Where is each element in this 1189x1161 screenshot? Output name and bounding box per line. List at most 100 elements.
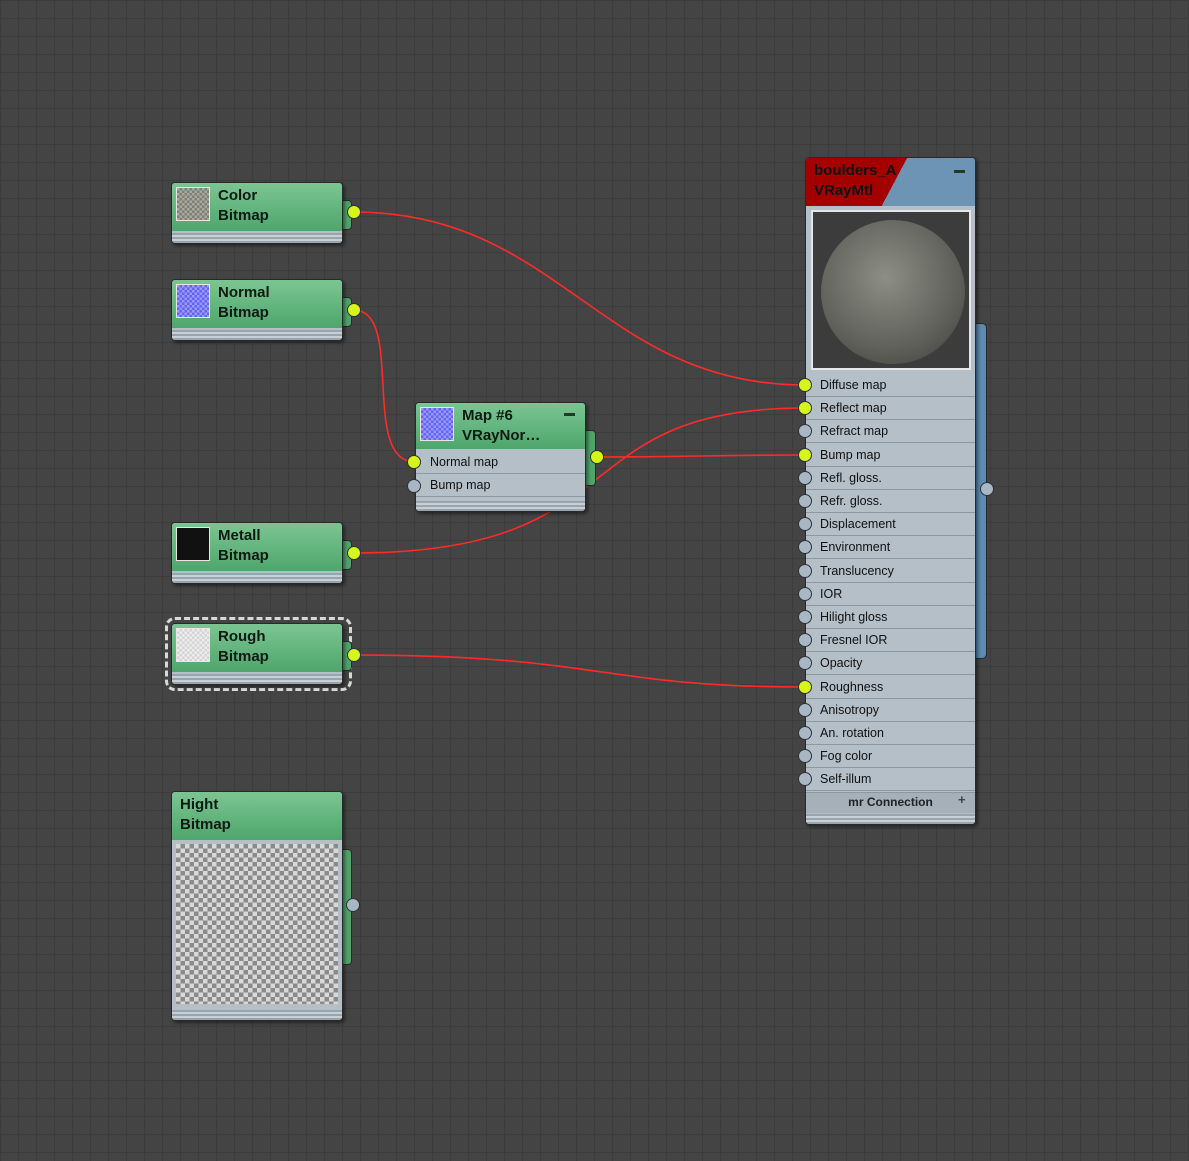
slot-socket-an-rotation[interactable] — [798, 726, 812, 740]
node-subtitle: Bitmap — [218, 547, 269, 564]
wire-rough-to-roughness[interactable] — [353, 654, 806, 688]
blue-normal-map-thumbnail — [420, 407, 454, 441]
rough-bitmap-node[interactable]: Rough Bitmap — [171, 623, 361, 685]
slot-row-refract-map: Refract map — [806, 420, 975, 444]
slot-label: Refr. gloss. — [820, 494, 883, 508]
node-title: Rough — [218, 628, 266, 645]
normal-map-input-socket[interactable] — [407, 455, 421, 469]
slot-socket-translucency[interactable] — [798, 563, 812, 578]
slot-socket-hilight-gloss[interactable] — [798, 610, 812, 624]
expand-plus-icon[interactable]: + — [958, 792, 966, 807]
node-footer — [172, 233, 342, 243]
slot-row-bump-map: Bump map — [806, 444, 975, 467]
slot-label: Refract map — [820, 424, 889, 439]
light-gray-thumbnail — [176, 628, 210, 662]
blue-normal-map-thumbnail — [176, 284, 210, 318]
mr-connection-bar[interactable]: mr Connection — [806, 792, 975, 813]
material-title: boulders_A — [814, 162, 897, 179]
node-subtitle: Bitmap — [180, 816, 231, 833]
node-title: Metall — [218, 527, 261, 544]
output-socket[interactable] — [347, 648, 361, 662]
input-row-bump-map: Bump map — [416, 474, 585, 497]
output-socket[interactable] — [347, 303, 361, 317]
slot-socket-ior[interactable] — [798, 586, 812, 601]
slot-row-translucency: Translucency — [806, 560, 975, 583]
slot-label: IOR — [820, 586, 843, 601]
material-header[interactable]: boulders_A VRayMtl — [806, 158, 975, 206]
node-title: Map #6 — [462, 407, 513, 424]
slot-label: An. rotation — [820, 726, 884, 740]
slot-label: Environment — [820, 540, 891, 555]
bump-map-input-socket[interactable] — [407, 479, 421, 493]
slot-row-self-illum: Self-illum — [806, 768, 975, 792]
node-subtitle: Bitmap — [218, 304, 269, 321]
slot-row-an-rotation: An. rotation — [806, 722, 975, 745]
color-bitmap-node[interactable]: Color Bitmap — [171, 182, 361, 244]
minimize-button[interactable] — [564, 413, 575, 416]
sphere — [821, 220, 965, 364]
minimize-button[interactable] — [954, 170, 965, 173]
input-label: Bump map — [430, 478, 491, 492]
material-subtitle: VRayMtl — [814, 182, 874, 199]
slot-label: Self-illum — [820, 772, 872, 787]
slot-row-roughness: Roughness — [806, 676, 975, 699]
input-label: Normal map — [430, 455, 499, 469]
slot-label: Bump map — [820, 447, 881, 462]
node-header[interactable]: Hight Bitmap — [172, 792, 342, 840]
slot-row-reflect-map: Reflect map — [806, 397, 975, 421]
vraymtl-material-node[interactable]: boulders_A VRayMtl Diffuse map Reflect ma… — [795, 157, 995, 825]
node-subtitle: VRayNor… — [462, 427, 541, 444]
slot-row-fresnel-ior: Fresnel IOR — [806, 629, 975, 653]
slot-socket-anisotropy[interactable] — [798, 702, 812, 717]
slot-socket-diffuse-map[interactable] — [798, 378, 812, 392]
slot-socket-bump-map[interactable] — [798, 447, 812, 462]
node-subtitle: Bitmap — [218, 648, 269, 665]
metall-bitmap-node[interactable]: Metall Bitmap — [171, 522, 361, 584]
slot-row-refl-gloss: Refl. gloss. — [806, 467, 975, 490]
slot-row-anisotropy: Anisotropy — [806, 699, 975, 722]
wire-color-to-diffuse[interactable] — [353, 211, 806, 386]
slot-label: Fresnel IOR — [820, 633, 888, 648]
slot-label: Hilight gloss — [820, 610, 888, 624]
output-socket[interactable] — [347, 205, 361, 219]
slot-label: Reflect map — [820, 401, 887, 416]
input-row-normal-map: Normal map — [416, 451, 585, 474]
node-footer — [172, 573, 342, 583]
slot-label: Diffuse map — [820, 378, 887, 392]
slot-label: Anisotropy — [820, 702, 880, 717]
black-thumbnail — [176, 527, 210, 561]
node-footer — [416, 501, 585, 511]
node-title: Color — [218, 187, 258, 204]
heightmap-preview — [176, 844, 338, 1004]
output-socket[interactable] — [347, 546, 361, 560]
slot-socket-refr-gloss[interactable] — [798, 494, 812, 508]
output-socket[interactable] — [590, 450, 604, 464]
slot-row-fog-color: Fog color — [806, 745, 975, 769]
node-footer — [806, 814, 975, 824]
slot-row-hilight-gloss: Hilight gloss — [806, 606, 975, 629]
node-footer — [172, 674, 342, 684]
output-socket[interactable] — [346, 898, 360, 912]
node-subtitle: Bitmap — [218, 207, 269, 224]
slot-label: Translucency — [820, 563, 894, 578]
material-output-socket[interactable] — [980, 482, 994, 496]
node-footer — [172, 330, 342, 340]
slot-label: Fog color — [820, 749, 873, 764]
mr-connection-label: mr Connection — [848, 795, 933, 809]
slot-label: Displacement — [820, 517, 896, 532]
hight-bitmap-node[interactable]: Hight Bitmap — [171, 791, 366, 1021]
stone-sphere-preview — [811, 210, 971, 370]
slot-label: Opacity — [820, 656, 863, 671]
node-footer — [172, 1010, 342, 1020]
slot-label: Roughness — [820, 679, 884, 694]
slot-socket-refl-gloss[interactable] — [798, 470, 812, 485]
normal-bitmap-node[interactable]: Normal Bitmap — [171, 279, 361, 341]
slot-row-ior: IOR — [806, 583, 975, 606]
slot-row-opacity: Opacity — [806, 652, 975, 676]
slot-socket-roughness[interactable] — [798, 679, 812, 694]
vray-normal-map-node[interactable]: Map #6 VRayNor… Normal map Bump map — [405, 402, 605, 512]
slot-row-diffuse-map: Diffuse map — [806, 374, 975, 397]
slot-row-environment: Environment — [806, 536, 975, 560]
gray-stone-thumbnail — [176, 187, 210, 221]
slot-row-displacement: Displacement — [806, 513, 975, 537]
